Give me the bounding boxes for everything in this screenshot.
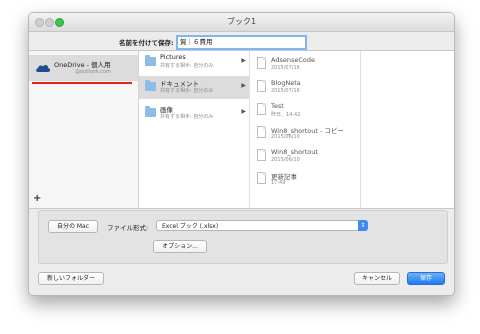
file-name: BlogNeta — [271, 79, 301, 87]
folder-name: Pictures — [160, 53, 186, 61]
new-folder-button[interactable]: 新しいフォルダー — [38, 272, 104, 285]
sidebar-item-label: OneDrive - 個人用 — [54, 61, 111, 69]
folder-item-images[interactable]: 画像 共有する相手: 自分のみ ▶ — [139, 102, 249, 125]
document-icon — [257, 126, 266, 138]
folder-sharing: 共有する相手: 自分のみ — [160, 114, 214, 120]
folder-icon — [145, 55, 156, 66]
folder-sharing: 共有する相手: 自分のみ — [160, 88, 214, 94]
folder-item-documents[interactable]: ドキュメント 共有する相手: 自分のみ ▶ — [139, 76, 249, 99]
document-icon — [257, 80, 266, 92]
file-name: Test — [271, 102, 284, 110]
sidebar: OneDrive - 個人用 @outlook.com + — [29, 51, 139, 208]
chevron-right-icon: ▶ — [241, 82, 246, 89]
file-name: AdsenseCode — [271, 56, 315, 64]
document-icon — [257, 57, 266, 69]
sidebar-item-onedrive[interactable]: OneDrive - 個人用 @outlook.com — [29, 55, 138, 84]
select-arrows-icon: ⇕ — [358, 220, 368, 231]
document-icon — [257, 103, 266, 115]
options-button[interactable]: オプション... — [153, 240, 207, 253]
my-mac-button[interactable]: 自分の Mac — [48, 220, 98, 233]
file-date: 2015/07/16 — [271, 65, 300, 71]
chevron-right-icon: ▶ — [241, 108, 246, 115]
folder-column: Pictures 共有する相手: 自分のみ ▶ ドキュメント 共有する相手: 自… — [139, 51, 250, 208]
folder-item-pictures[interactable]: Pictures 共有する相手: 自分のみ ▶ — [139, 51, 249, 74]
file-item[interactable]: Test 昨日、14:42 — [250, 100, 360, 123]
add-location-button[interactable]: + — [33, 194, 41, 204]
save-as-label: 名前を付けて保存: — [119, 39, 174, 47]
cancel-button[interactable]: キャンセル — [354, 272, 400, 285]
file-column: AdsenseCode 2015/07/16 BlogNeta 2015/07/… — [250, 51, 361, 208]
save-as-input[interactable]: 賀｜６費用 — [176, 35, 307, 50]
folder-icon — [145, 80, 156, 91]
file-date: 17:49 — [271, 180, 286, 186]
document-icon — [257, 149, 266, 161]
chevron-right-icon: ▶ — [241, 57, 246, 64]
file-item[interactable]: AdsenseCode 2015/07/16 — [250, 54, 360, 77]
onedrive-cloud-icon — [36, 64, 51, 72]
file-name: Win8_shortout — [271, 148, 318, 156]
file-date: 2015/06/10 — [271, 157, 300, 163]
file-format-label: ファイル形式: — [107, 224, 149, 232]
document-icon — [257, 172, 266, 184]
file-date: 2015/07/16 — [271, 88, 300, 94]
save-button[interactable]: 保存 — [407, 272, 445, 285]
file-date: 2015/06/10 — [271, 134, 300, 140]
save-dialog-window: ブック1 名前を付けて保存: 賀｜６費用 OneDrive - 個人用 @out… — [28, 12, 455, 296]
file-format-value: Excel ブック (.xlsx) — [162, 223, 219, 230]
window-title: ブック1 — [226, 17, 257, 26]
sidebar-item-account: @outlook.com — [75, 69, 111, 75]
folder-sharing: 共有する相手: 自分のみ — [160, 63, 214, 69]
selection-underline — [32, 82, 132, 84]
folder-icon — [145, 106, 156, 117]
file-item[interactable]: 更新記事 17:49 — [250, 169, 360, 192]
file-item[interactable]: Win8_shortout 2015/06/10 — [250, 146, 360, 169]
file-item[interactable]: Win8_shortout - コピー 2015/06/10 — [250, 123, 360, 146]
title-bar: ブック1 — [29, 13, 454, 32]
file-format-select[interactable]: Excel ブック (.xlsx) ⇕ — [156, 220, 368, 231]
file-item[interactable]: BlogNeta 2015/07/16 — [250, 77, 360, 100]
file-browser: OneDrive - 個人用 @outlook.com + Pictures 共… — [29, 50, 454, 209]
options-panel: 自分の Mac ファイル形式: Excel ブック (.xlsx) ⇕ オプショ… — [38, 210, 448, 264]
file-date: 昨日、14:42 — [271, 112, 301, 118]
